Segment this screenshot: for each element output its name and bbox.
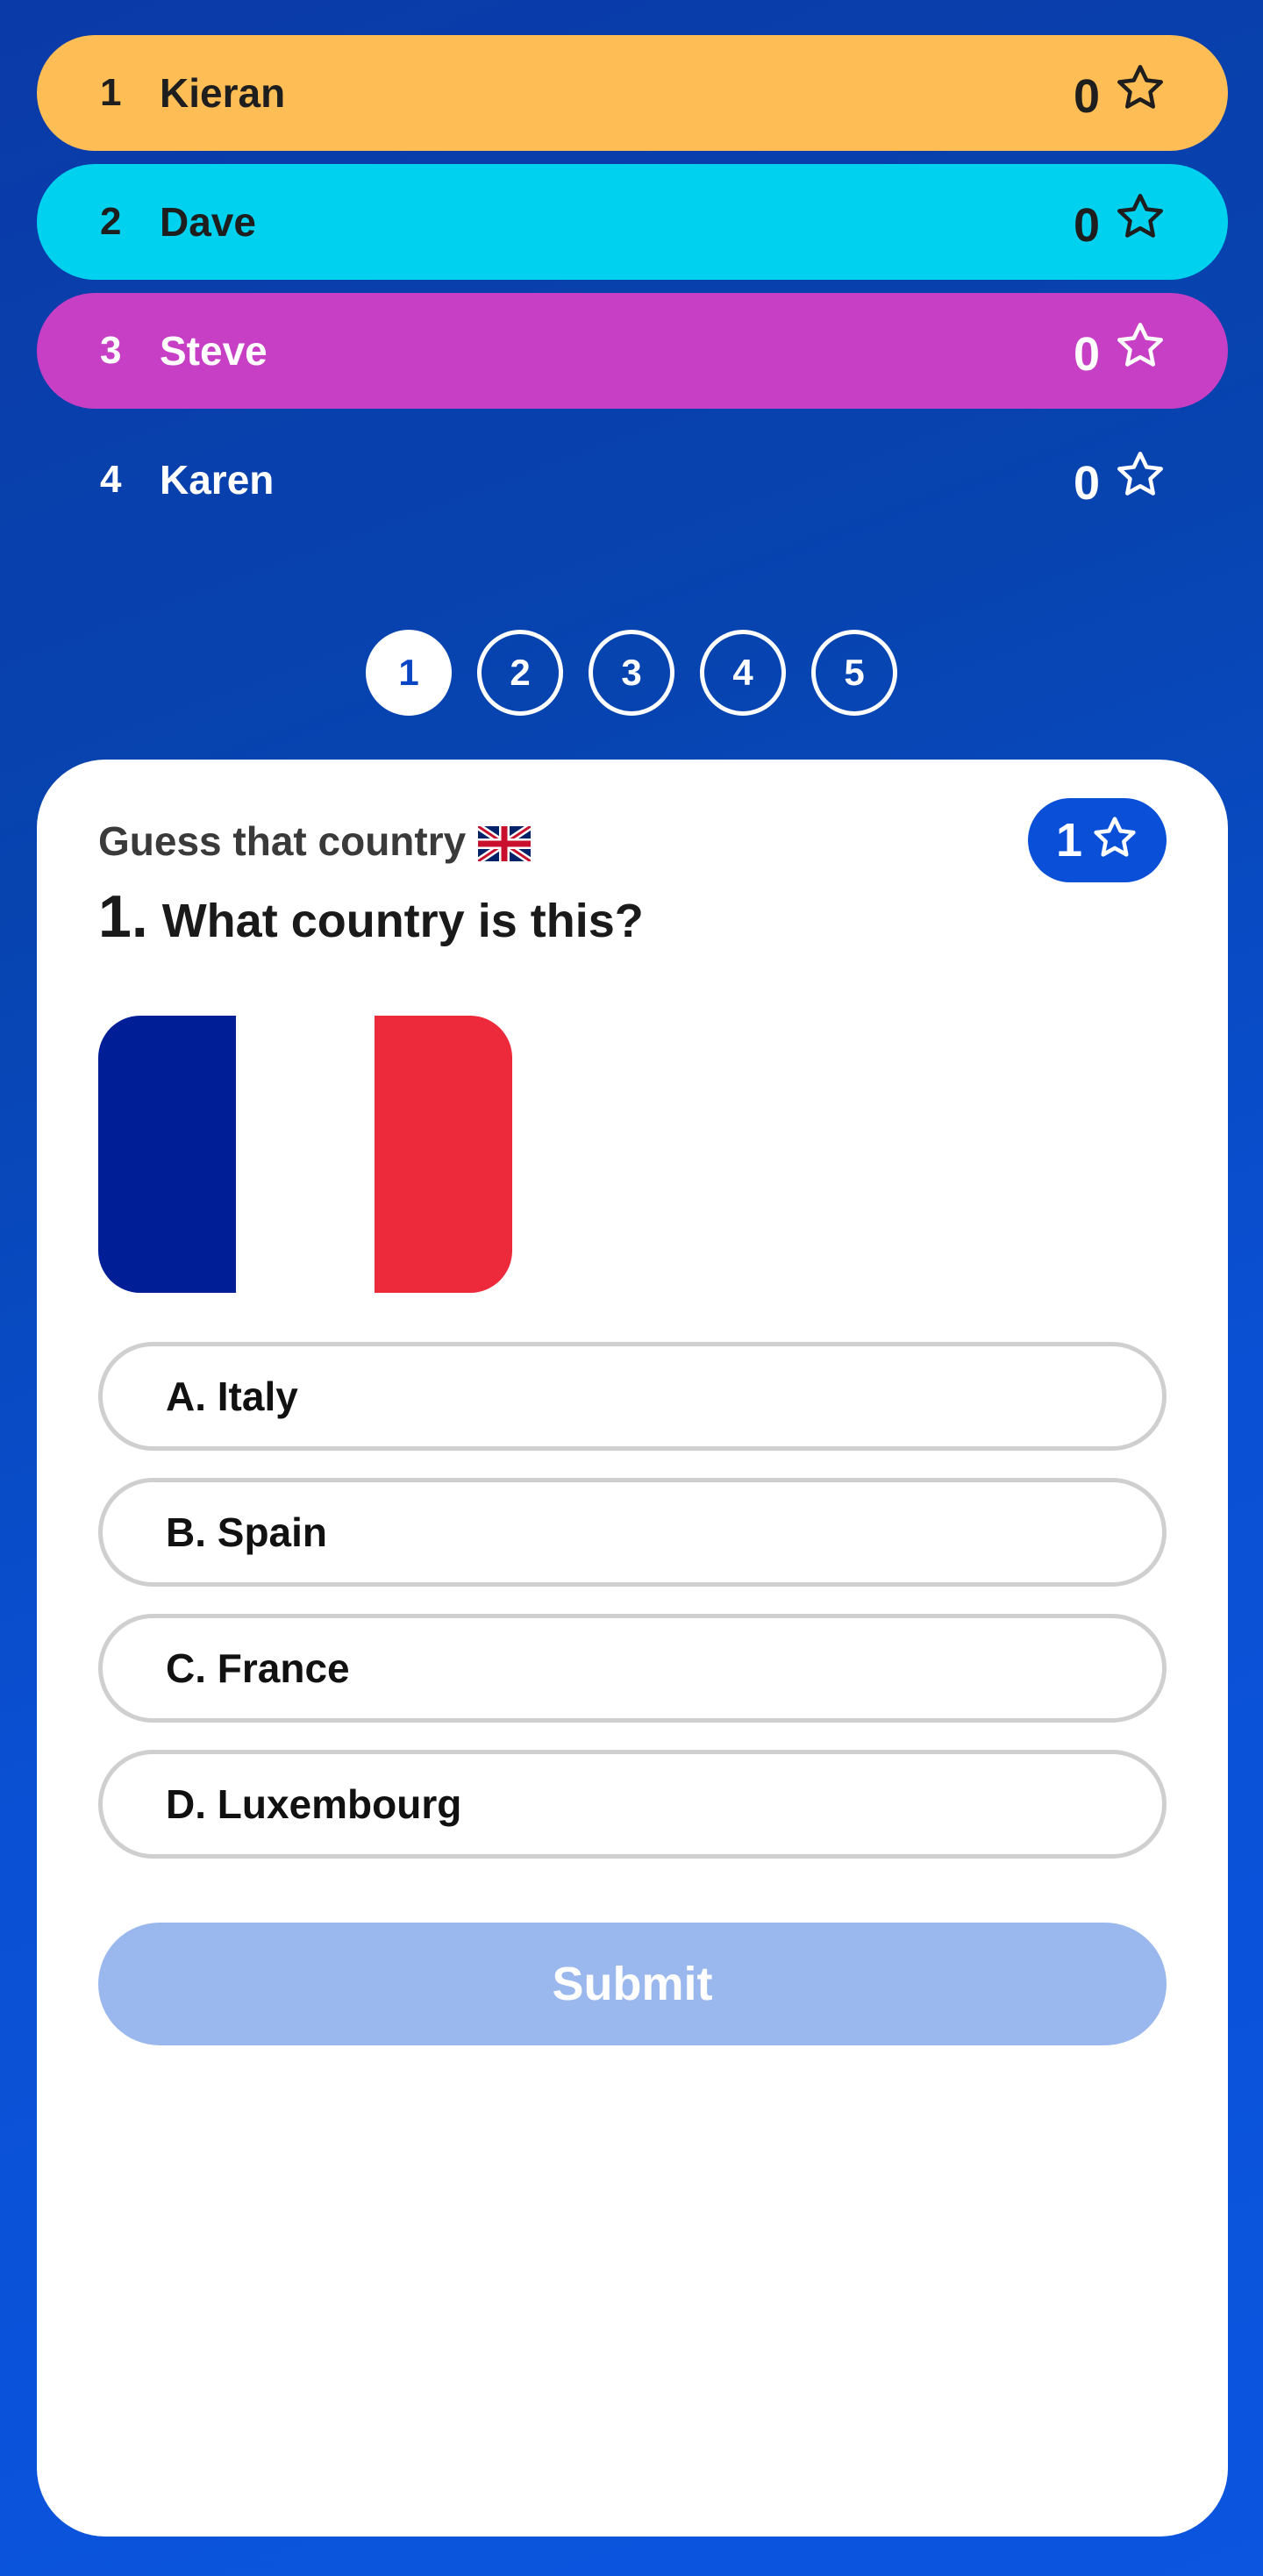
star-outline-icon bbox=[1114, 319, 1167, 372]
player-rank: 2 bbox=[100, 200, 122, 243]
player-row-4: 4 Karen 0 bbox=[37, 422, 1228, 538]
question: 1. What country is this? bbox=[98, 882, 644, 951]
player-row-1: 1 Kieran 0 bbox=[37, 35, 1228, 151]
answer-option-a[interactable]: A. Italy bbox=[98, 1342, 1167, 1451]
page-button-1[interactable]: 1 bbox=[366, 630, 452, 716]
page-button-4[interactable]: 4 bbox=[700, 630, 786, 716]
scoreboard: 1 Kieran 0 2 Dave 0 3 Steve 0 4 Karen 0 bbox=[37, 35, 1228, 551]
player-name: Dave bbox=[160, 199, 256, 245]
quiz-subtitle-text: Guess that country bbox=[98, 818, 467, 864]
player-score: 0 bbox=[1073, 199, 1100, 252]
player-score: 0 bbox=[1073, 328, 1100, 381]
player-name: Steve bbox=[160, 328, 268, 374]
player-rank: 3 bbox=[100, 329, 122, 372]
player-score: 0 bbox=[1073, 457, 1100, 510]
flag-band-white bbox=[236, 1016, 375, 1293]
page-button-3[interactable]: 3 bbox=[589, 630, 674, 716]
points-value: 1 bbox=[1055, 814, 1083, 867]
points-badge: 1 bbox=[1028, 798, 1167, 882]
answer-options: A. Italy B. Spain C. France D. Luxembour… bbox=[98, 1342, 1167, 1886]
question-card: Guess that country 1 1. What country is … bbox=[37, 760, 1228, 2537]
flag-band-blue bbox=[98, 1016, 237, 1293]
player-score: 0 bbox=[1073, 70, 1100, 123]
player-row-3: 3 Steve 0 bbox=[37, 293, 1228, 409]
star-outline-icon bbox=[1091, 817, 1138, 861]
player-rank: 4 bbox=[100, 458, 122, 501]
flag-band-red bbox=[374, 1016, 512, 1293]
quiz-subtitle: Guess that country bbox=[98, 817, 533, 865]
player-row-2: 2 Dave 0 bbox=[37, 164, 1228, 280]
answer-option-c[interactable]: C. France bbox=[98, 1614, 1167, 1723]
answer-option-b[interactable]: B. Spain bbox=[98, 1478, 1167, 1587]
page-button-2[interactable]: 2 bbox=[477, 630, 563, 716]
question-pager: 1 2 3 4 5 bbox=[0, 630, 1263, 716]
submit-button[interactable]: Submit bbox=[98, 1923, 1167, 2045]
star-outline-icon bbox=[1114, 190, 1167, 243]
player-name: Karen bbox=[160, 457, 275, 503]
question-number: 1. bbox=[98, 883, 148, 950]
uk-flag-icon bbox=[475, 823, 533, 865]
player-name: Kieran bbox=[160, 70, 286, 116]
player-rank: 1 bbox=[100, 71, 122, 114]
question-text: What country is this? bbox=[161, 895, 644, 947]
page-button-5[interactable]: 5 bbox=[811, 630, 897, 716]
star-outline-icon bbox=[1114, 448, 1167, 501]
answer-option-d[interactable]: D. Luxembourg bbox=[98, 1750, 1167, 1859]
star-outline-icon bbox=[1114, 61, 1167, 114]
flag-image bbox=[98, 1016, 512, 1293]
